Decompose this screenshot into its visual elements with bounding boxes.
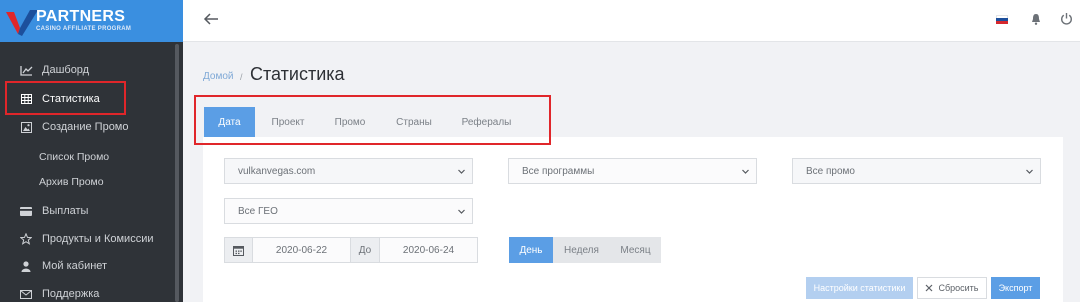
project-select-value: vulkanvegas.com [238, 165, 316, 177]
date-from-input[interactable]: 2020-06-22 [253, 238, 350, 262]
tab-promo[interactable]: Промо [325, 107, 375, 137]
sidebar-item-account[interactable]: Мой кабинет [0, 253, 175, 279]
breadcrumb-home[interactable]: Домой [203, 71, 233, 82]
breadcrumb-separator: / [240, 72, 243, 82]
date-range: 2020-06-22 До 2020-06-24 [224, 237, 478, 263]
user-icon [19, 259, 33, 273]
image-icon [19, 120, 33, 134]
star-icon [19, 232, 33, 246]
sidebar-subitem-promo-list[interactable]: Список Промо [39, 151, 109, 163]
programs-select[interactable]: Все программы [508, 158, 757, 184]
sidebar-item-create-promo[interactable]: Создание Промо [0, 114, 175, 140]
tab-date[interactable]: Дата [204, 107, 255, 137]
brand-header[interactable]: PARTNERS CASINO AFFILIATE PROGRAM [0, 0, 183, 42]
sidebar-item-label: Продукты и Комиссии [42, 233, 154, 245]
sidebar-item-label: Дашборд [42, 64, 90, 76]
page-title: Статистика [250, 64, 345, 84]
date-to-input[interactable]: 2020-06-24 [380, 238, 477, 262]
tab-project[interactable]: Проект [263, 107, 313, 137]
sidebar-item-dashboard[interactable]: Дашборд [0, 57, 175, 83]
highlight-box [5, 81, 126, 115]
tab-referrals[interactable]: Рефералы [455, 107, 518, 137]
tab-countries[interactable]: Страны [389, 107, 439, 137]
sidebar-item-support[interactable]: Поддержка [0, 281, 175, 302]
promo-select[interactable]: Все промо [792, 158, 1041, 184]
bell-icon[interactable] [1031, 13, 1041, 25]
sidebar: PARTNERS CASINO AFFILIATE PROGRAM Дашбор… [0, 0, 183, 302]
sidebar-item-label: Создание Промо [42, 121, 129, 133]
power-icon[interactable] [1060, 12, 1073, 25]
date-to-label: До [350, 238, 380, 262]
chevron-down-icon [458, 209, 465, 214]
chart-line-icon [19, 63, 33, 77]
russian-flag-icon[interactable] [996, 15, 1008, 24]
sidebar-item-payouts[interactable]: Выплаты [0, 198, 175, 224]
export-button[interactable]: Экспорт [991, 277, 1040, 299]
sidebar-item-products[interactable]: Продукты и Комиссии [0, 226, 175, 252]
arrow-left-icon[interactable] [203, 11, 219, 27]
mail-icon [19, 287, 33, 301]
sidebar-scrollbar[interactable] [175, 44, 179, 302]
geo-select-value: Все ГЕО [238, 205, 278, 217]
close-icon [926, 284, 933, 292]
chevron-down-icon [742, 169, 749, 174]
brand-name: PARTNERS [36, 8, 126, 25]
credit-card-icon [19, 204, 33, 218]
reset-button[interactable]: Сбросить [917, 277, 987, 299]
stats-settings-button[interactable]: Настройки статистики [806, 277, 913, 299]
brand-tagline: CASINO AFFILIATE PROGRAM [36, 26, 132, 32]
top-bar [183, 0, 1080, 42]
reset-button-label: Сбросить [938, 283, 979, 293]
sidebar-item-label: Поддержка [42, 288, 100, 300]
geo-select[interactable]: Все ГЕО [224, 198, 473, 224]
sidebar-subitem-promo-archive[interactable]: Архив Промо [39, 176, 104, 188]
logo-icon [6, 10, 38, 36]
chevron-down-icon [458, 169, 465, 174]
sidebar-item-label: Мой кабинет [42, 260, 108, 272]
period-week-button[interactable]: Неделя [553, 237, 610, 263]
project-select[interactable]: vulkanvegas.com [224, 158, 473, 184]
promo-select-value: Все промо [806, 165, 855, 177]
calendar-icon[interactable] [225, 238, 253, 262]
period-day-button[interactable]: День [509, 237, 553, 263]
sidebar-item-label: Выплаты [42, 205, 89, 217]
programs-select-value: Все программы [522, 165, 595, 177]
period-month-button[interactable]: Месяц [610, 237, 661, 263]
chevron-down-icon [1026, 169, 1033, 174]
